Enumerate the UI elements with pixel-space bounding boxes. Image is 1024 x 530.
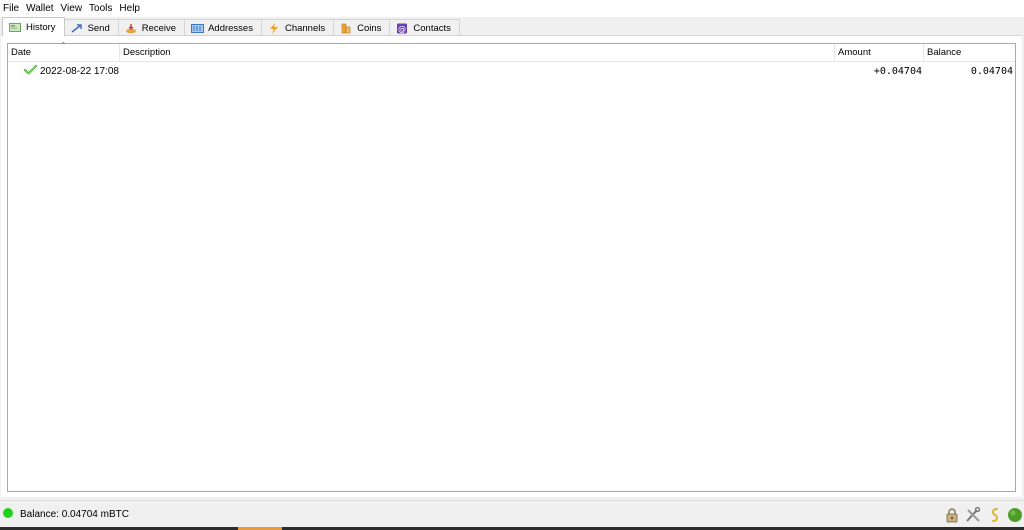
history-panel: ⌃ Date Description Amount Balance 2022-0… (1, 35, 1022, 497)
tab-contacts-label: Contacts (413, 22, 451, 34)
coins-icon (340, 23, 352, 34)
row-description (123, 63, 833, 80)
menu-file[interactable]: File (0, 0, 23, 17)
tab-history-label: History (26, 21, 56, 33)
tab-history[interactable]: History (2, 17, 65, 36)
tab-coins-label: Coins (357, 22, 382, 34)
column-description-label: Description (123, 47, 171, 58)
tab-send-label: Send (87, 22, 110, 34)
network-status-icon[interactable] (1007, 507, 1023, 523)
lock-icon[interactable] (944, 507, 960, 523)
menu-tools[interactable]: Tools (86, 0, 116, 17)
table-row[interactable]: 2022-08-22 17:08 +0.04704 0.04704 (8, 63, 1015, 80)
menu-help[interactable]: Help (116, 0, 144, 17)
history-table: ⌃ Date Description Amount Balance 2022-0… (7, 41, 1017, 492)
connection-dot-icon (3, 508, 13, 518)
addresses-icon (191, 23, 205, 34)
lightning-icon (268, 22, 280, 34)
receive-icon (125, 23, 137, 34)
confirmed-check-icon (23, 64, 38, 81)
tab-send[interactable]: Send (63, 19, 119, 36)
sort-ascending-icon: ⌃ (60, 41, 67, 50)
history-icon (9, 22, 21, 33)
column-balance-label: Balance (927, 47, 962, 58)
column-amount-label: Amount (838, 47, 871, 58)
tab-contacts[interactable]: @ Contacts (389, 19, 460, 36)
tab-receive[interactable]: Receive (117, 19, 186, 36)
column-amount[interactable]: Amount (835, 44, 924, 62)
send-icon (71, 23, 83, 34)
column-date-label: Date (11, 47, 32, 58)
tab-channels-label: Channels (284, 22, 326, 34)
tools-icon[interactable] (965, 506, 981, 523)
column-balance[interactable]: Balance (924, 44, 1017, 62)
tab-addresses[interactable]: Addresses (184, 19, 262, 36)
svg-text:@: @ (398, 24, 406, 33)
seed-icon[interactable] (987, 507, 1003, 523)
menu-wallet[interactable]: Wallet (23, 0, 57, 17)
status-bar: Balance: 0.04704 mBTC (0, 500, 1024, 528)
tab-addresses-label: Addresses (208, 22, 253, 34)
contacts-icon: @ (396, 23, 408, 34)
row-balance: 0.04704 (970, 66, 1013, 77)
row-amount: +0.04704 (873, 66, 922, 77)
tab-coins[interactable]: Coins (333, 19, 391, 36)
column-date[interactable]: ⌃ Date (8, 41, 120, 62)
row-date: 2022-08-22 17:08 (40, 66, 119, 77)
tab-bar: History Send Receive Addresses Channels … (2, 17, 460, 36)
tab-receive-label: Receive (141, 22, 177, 34)
column-description[interactable]: Description (120, 44, 835, 62)
menu-bar: File Wallet View Tools Help (0, 0, 1024, 17)
tab-channels[interactable]: Channels (260, 19, 335, 36)
electrum-window: File Wallet View Tools Help History Send… (0, 0, 1024, 530)
menu-view[interactable]: View (58, 0, 87, 17)
table-header: ⌃ Date Description Amount Balance (8, 41, 1017, 62)
date-cell: 2022-08-22 17:08 (23, 63, 122, 81)
balance-status: Balance: 0.04704 mBTC (20, 509, 129, 520)
